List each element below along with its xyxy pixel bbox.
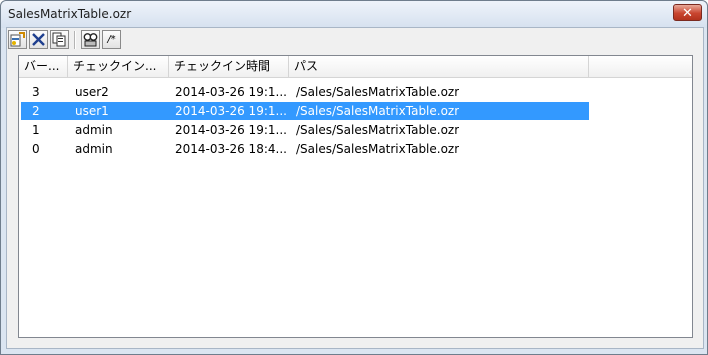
comment-icon[interactable]: /* [102,30,121,49]
cell-version: 1 [32,123,40,137]
delete-icon[interactable] [29,30,48,49]
table-row-selected[interactable]: 2 user1 2014-03-26 19:1... /Sales/SalesM… [21,102,589,120]
toolbar: /* [7,28,703,52]
cell-user: user2 [75,85,109,99]
column-header-checkin-user[interactable]: チェックイン... [68,56,169,77]
title-bar[interactable]: SalesMatrixTable.ozr ✕ [1,1,707,28]
window-client-area: /* バー... チェックイン... チェックイン時間 パス 3 user2 2… [6,27,704,349]
cell-path: /Sales/SalesMatrixTable.ozr [296,104,460,118]
cell-version: 3 [32,85,40,99]
table-row[interactable]: 3 user2 2014-03-26 19:1... /Sales/SalesM… [21,83,589,101]
close-button[interactable]: ✕ [673,4,702,21]
copy-icon[interactable] [50,30,69,49]
cell-time: 2014-03-26 19:1... [175,104,287,118]
cell-user: user1 [75,104,109,118]
version-list[interactable]: バー... チェックイン... チェックイン時間 パス 3 user2 2014… [18,55,693,338]
cell-user: admin [75,142,113,156]
table-row[interactable]: 0 admin 2014-03-26 18:4... /Sales/SalesM… [21,140,589,158]
column-header-path[interactable]: パス [289,56,589,77]
cell-version: 2 [32,104,40,118]
compare-icon[interactable] [81,30,100,49]
cell-time: 2014-03-26 19:1... [175,123,287,137]
cell-version: 0 [32,142,40,156]
cell-time: 2014-03-26 19:1... [175,85,287,99]
cell-user: admin [75,123,113,137]
column-header-version[interactable]: バー... [19,56,68,77]
window-title: SalesMatrixTable.ozr [8,7,132,21]
version-history-window: SalesMatrixTable.ozr ✕ /* バー... チェックイン..… [0,0,708,355]
table-row[interactable]: 1 admin 2014-03-26 19:1... /Sales/SalesM… [21,121,589,139]
toolbar-separator [74,31,76,49]
checkout-icon[interactable] [8,30,27,49]
cell-path: /Sales/SalesMatrixTable.ozr [296,142,460,156]
cell-path: /Sales/SalesMatrixTable.ozr [296,123,460,137]
list-header: バー... チェックイン... チェックイン時間 パス [19,56,692,78]
cell-time: 2014-03-26 18:4... [175,142,287,156]
cell-path: /Sales/SalesMatrixTable.ozr [296,85,460,99]
column-header-checkin-time[interactable]: チェックイン時間 [169,56,289,77]
